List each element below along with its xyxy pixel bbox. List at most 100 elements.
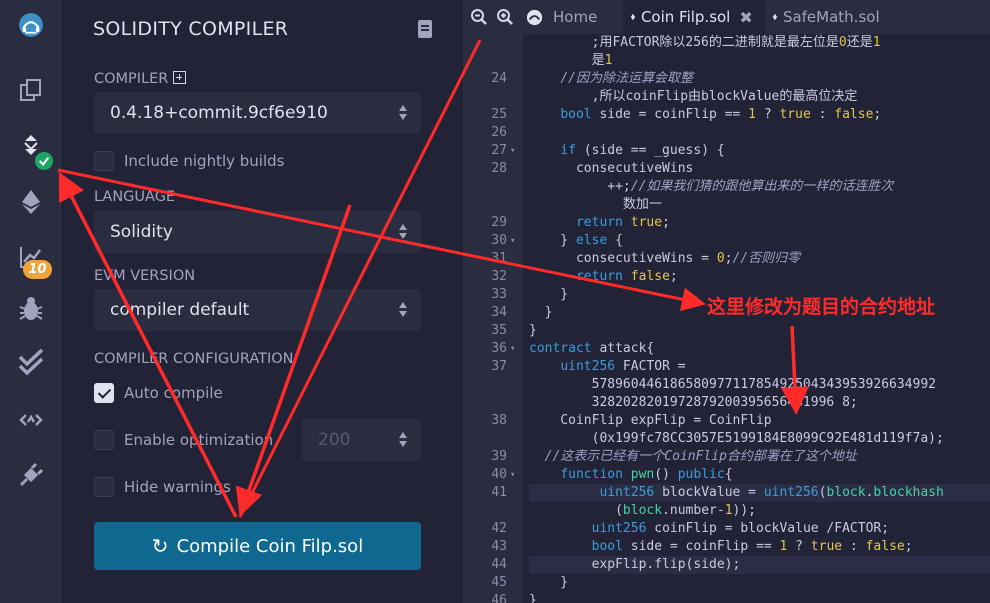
code-line[interactable]: ;用FACTOR除以256的二进制就是最左位是0还是1 <box>463 34 990 52</box>
code-line[interactable]: 数加一 <box>463 196 990 214</box>
hide-warnings-checkbox[interactable] <box>94 477 114 497</box>
code-line[interactable]: 32 return false; <box>463 268 990 286</box>
settings-plug-icon[interactable] <box>12 456 50 494</box>
evm-version-select[interactable]: compiler default <box>94 289 421 331</box>
code-text: } <box>529 593 537 603</box>
tab-coin-filp-label: Coin Filp.sol <box>640 8 731 26</box>
debugger-icon[interactable] <box>12 290 50 328</box>
code-text: (0x199fc78CC3057E5199184E8099C92E481d119… <box>529 431 944 446</box>
code-line[interactable]: 27 ▾ if (side == _guess) { <box>463 142 990 160</box>
code-line[interactable]: 29 return true; <box>463 214 990 232</box>
language-label: LANGUAGE <box>94 189 176 205</box>
line-number: 35 <box>491 323 507 338</box>
line-number: 32 <box>491 269 507 284</box>
analysis-count-badge: 10 <box>23 260 52 279</box>
tab-coin-filp[interactable]: ⬪ Coin Filp.sol ✖ <box>623 0 765 34</box>
file-explorer-icon[interactable] <box>12 72 50 110</box>
code-text: consecutiveWins <box>529 161 694 176</box>
code-text: uint256 FACTOR = <box>560 359 686 374</box>
code-line[interactable]: 38 CoinFlip expFlip = CoinFlip <box>463 412 990 430</box>
compiler-version-select[interactable]: 0.4.18+commit.9cf6e910 <box>94 92 421 134</box>
auto-compile-checkbox[interactable] <box>94 383 114 403</box>
code-line[interactable]: 35} <box>463 322 990 340</box>
fold-toggle-icon[interactable]: ▾ <box>510 142 515 160</box>
zoom-out-icon[interactable] <box>470 8 488 26</box>
code-line[interactable]: 24 //因为除法运算会取整 <box>463 70 990 88</box>
code-line[interactable]: 43 bool side = coinFlip == 1 ? true : fa… <box>463 538 990 556</box>
deploy-run-icon[interactable] <box>12 183 50 221</box>
line-number: 26 <box>491 125 507 140</box>
optimization-row[interactable]: Enable optimization <box>94 430 273 450</box>
nightly-builds-checkbox[interactable] <box>94 151 114 171</box>
code-text: CoinFlip expFlip = CoinFlip <box>529 413 772 428</box>
line-number: 30 <box>491 233 507 248</box>
tab-safemath[interactable]: ⬪ SafeMath.sol <box>767 0 907 34</box>
code-line[interactable]: 3282028201972879200395656481996 8; <box>463 394 990 412</box>
fold-toggle-icon[interactable]: ▾ <box>510 466 515 484</box>
line-number: 31 <box>491 251 507 266</box>
optimization-label: Enable optimization <box>124 431 274 449</box>
code-text: 3282028201972879200395656481996 8; <box>529 395 858 410</box>
remix-logo-icon[interactable] <box>12 6 50 44</box>
code-text: 是1 <box>529 53 613 68</box>
code-text: contract attack{ <box>529 341 655 356</box>
code-line[interactable]: 45 } <box>463 574 990 592</box>
stepper-arrows-icon[interactable] <box>399 432 409 448</box>
select-arrows-icon <box>399 224 409 240</box>
code-text: } <box>529 287 569 302</box>
add-compiler-icon[interactable] <box>173 71 187 84</box>
code-line[interactable]: (block.number-1)); <box>463 502 990 520</box>
code-text: ,所以coinFlip由blockValue的最高位决定 <box>529 89 858 104</box>
compile-button[interactable]: ↻ Compile Coin Filp.sol <box>94 522 421 570</box>
tab-home[interactable]: Home <box>523 0 621 34</box>
code-line[interactable]: 25 bool side = coinFlip == 1 ? true : fa… <box>463 106 990 124</box>
code-line[interactable]: ++;//如果我们猜的跟他算出来的一样的话连胜次 <box>463 178 990 196</box>
fold-toggle-icon[interactable]: ▾ <box>510 340 515 358</box>
code-line[interactable]: 39 //这表示已经有一个CoinFlip合约部署在了这个地址 <box>463 448 990 466</box>
solidity-file-icon: ⬪ <box>631 9 635 25</box>
language-select[interactable]: Solidity <box>94 211 421 253</box>
code-text: ++;//如果我们猜的跟他算出来的一样的话连胜次 <box>529 179 894 194</box>
code-text: uint256 blockValue = uint256(block.block… <box>599 485 944 500</box>
code-line[interactable]: 26 <box>463 124 990 142</box>
code-line[interactable]: 30 ▾ } else { <box>463 232 990 250</box>
compile-success-icon <box>33 150 55 172</box>
code-line[interactable]: 46} <box>463 592 990 603</box>
auto-compile-row[interactable]: Auto compile <box>94 383 223 403</box>
hide-warnings-row[interactable]: Hide warnings <box>94 477 231 497</box>
line-number: 42 <box>491 521 507 536</box>
code-line[interactable]: 28 consecutiveWins <box>463 160 990 178</box>
testing-icon[interactable] <box>12 344 50 382</box>
code-line[interactable]: (0x199fc78CC3057E5199184E8099C92E481d119… <box>463 430 990 448</box>
line-number: 38 <box>491 413 507 428</box>
zoom-in-icon[interactable] <box>496 8 514 26</box>
code-line[interactable]: 40 ▾ function pwn() public{ <box>463 466 990 484</box>
documentation-icon[interactable] <box>418 20 432 38</box>
editor-tab-bar: Home ⬪ Coin Filp.sol ✖ ⬪ SafeMath.sol <box>463 0 990 34</box>
code-line[interactable]: 37 uint256 FACTOR = <box>463 358 990 376</box>
plugin-manager-icon[interactable] <box>12 401 50 439</box>
optimization-runs-input[interactable]: 200 <box>302 419 421 461</box>
evm-version-label: EVM VERSION <box>94 268 196 284</box>
code-line[interactable]: 42 uint256 coinFlip = blockValue /FACTOR… <box>463 520 990 538</box>
code-line[interactable]: 36 ▾ contract attack{ <box>463 340 990 358</box>
code-line[interactable]: 是1 <box>463 52 990 70</box>
close-tab-icon[interactable]: ✖ <box>739 8 752 27</box>
fold-toggle-icon[interactable]: ▾ <box>510 232 515 250</box>
line-number: 28 <box>491 161 507 176</box>
code-line[interactable]: 31 consecutiveWins = 0;//否则归零 <box>463 250 990 268</box>
line-number: 24 <box>491 71 507 86</box>
code-line[interactable]: 5789604461865809771178549250434395392663… <box>463 376 990 394</box>
compiler-version-value: 0.4.18+commit.9cf6e910 <box>110 103 328 123</box>
tab-home-label: Home <box>553 8 598 26</box>
code-line[interactable]: ,所以coinFlip由blockValue的最高位决定 <box>463 88 990 106</box>
code-text: } else { <box>529 233 623 248</box>
line-number: 34 <box>491 305 507 320</box>
nightly-builds-row[interactable]: Include nightly builds <box>94 151 284 171</box>
optimization-checkbox[interactable] <box>94 430 114 450</box>
code-line[interactable]: 41 uint256 blockValue = uint256(block.bl… <box>463 484 990 502</box>
code-line[interactable]: 44 expFlip.flip(side); <box>463 556 990 574</box>
line-number: 45 <box>491 575 507 590</box>
compiler-configuration-label: COMPILER CONFIGURATION <box>94 351 294 367</box>
code-text: uint256 coinFlip = blockValue /FACTOR; <box>591 521 890 536</box>
